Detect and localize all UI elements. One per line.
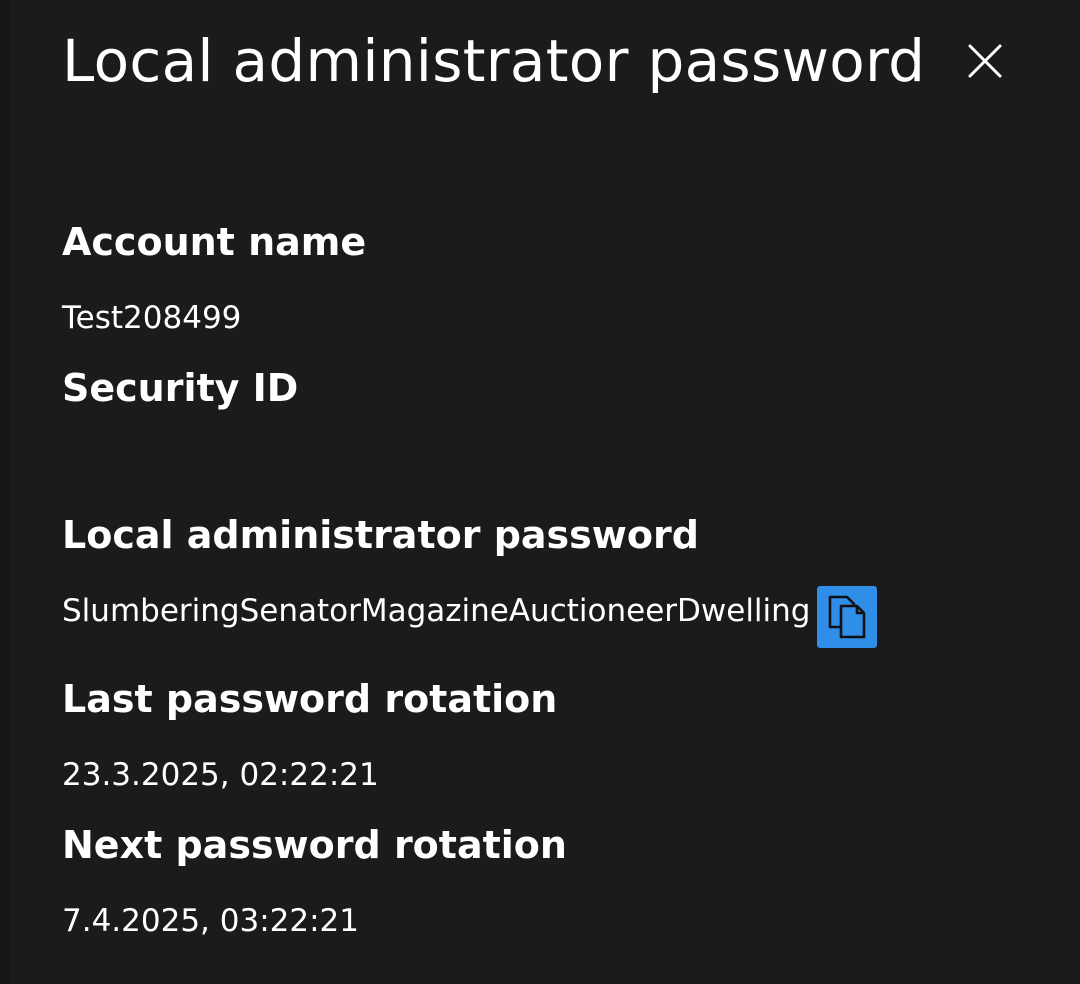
password-value[interactable]: SlumberingSenatorMagazineAuctioneerDwell…: [62, 591, 810, 631]
panel-title: Local administrator password: [62, 27, 926, 95]
next-rotation-label: Next password rotation: [62, 823, 567, 867]
next-rotation-value: 7.4.2025, 03:22:21: [62, 903, 359, 939]
password-panel: Local administrator password Account nam…: [10, 0, 1080, 984]
last-rotation-label: Last password rotation: [62, 677, 558, 721]
account-name-label: Account name: [62, 220, 367, 264]
password-label: Local administrator password: [62, 513, 699, 557]
security-id-label: Security ID: [62, 366, 299, 410]
panel-edge: [0, 0, 10, 984]
copy-icon: [828, 595, 866, 639]
close-button[interactable]: [964, 40, 1006, 82]
account-name-value: Test208499: [62, 300, 242, 336]
close-icon: [968, 44, 1002, 78]
last-rotation-value: 23.3.2025, 02:22:21: [62, 757, 379, 793]
copy-password-button[interactable]: [817, 586, 877, 648]
